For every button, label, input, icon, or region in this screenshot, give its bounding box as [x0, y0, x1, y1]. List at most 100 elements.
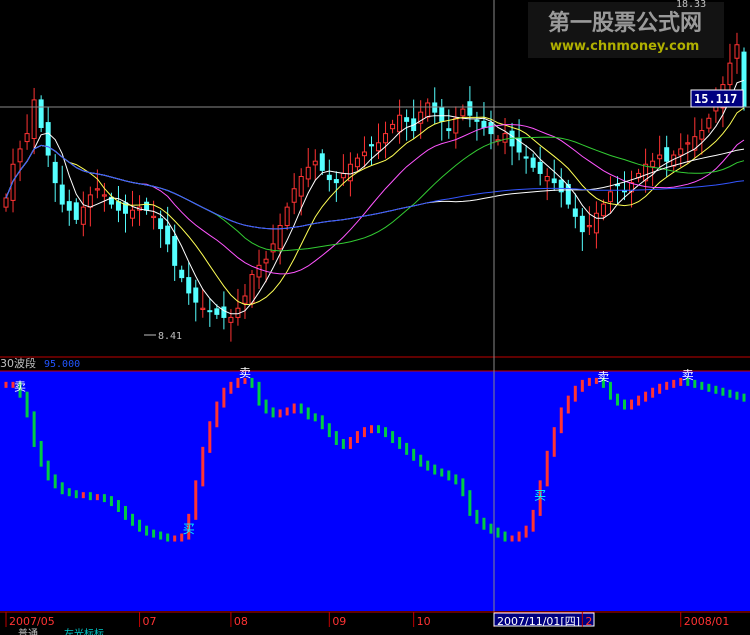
indicator-bar: [615, 393, 619, 406]
indicator-bar: [123, 505, 127, 520]
candle-body: [390, 123, 396, 130]
watermark-url: www.chnmoney.com: [550, 39, 699, 54]
candle-body: [699, 130, 705, 140]
candle: [38, 95, 44, 133]
candle-body: [685, 142, 691, 145]
indicator-bar: [475, 509, 479, 524]
candle-body: [228, 316, 234, 323]
indicator-bar: [440, 468, 444, 477]
indicator-bar: [95, 494, 99, 501]
indicator-bar: [81, 492, 85, 499]
indicator-bar: [67, 488, 71, 497]
candle-body: [404, 117, 410, 122]
indicator-bar: [447, 470, 451, 481]
indicator-bar: [208, 421, 212, 453]
candle-body: [186, 277, 192, 294]
indicator-name: 30波段: [0, 356, 36, 370]
indicator-bar: [433, 464, 437, 475]
candle-body: [221, 306, 227, 318]
indicator-bar: [623, 399, 627, 410]
status-right[interactable]: 左光标标: [64, 627, 104, 635]
sell-signal: 卖: [239, 366, 251, 380]
candle-body: [664, 147, 670, 162]
candle-body: [453, 117, 459, 134]
candle-body: [73, 202, 79, 220]
indicator-bar: [271, 407, 275, 418]
stock-chart[interactable]: 卖买卖买卖卖 第一股票公式网 www.chnmoney.com 18.33 8.…: [0, 0, 750, 635]
candle-body: [354, 157, 360, 168]
candle-body: [193, 287, 199, 303]
candle-body: [144, 201, 150, 211]
indicator-bar: [39, 440, 43, 467]
indicator-bar: [88, 492, 92, 501]
candle-body: [158, 218, 164, 230]
indicator-bar: [608, 381, 612, 400]
indicator-bar: [194, 480, 198, 520]
candle-body: [734, 44, 740, 59]
indicator-bar: [489, 523, 493, 534]
time-tick-label: 2: [585, 615, 592, 628]
indicator-bar: [348, 437, 352, 449]
candle-body: [17, 148, 23, 163]
indicator-bar: [362, 427, 366, 438]
indicator-bar: [102, 494, 106, 503]
status-left[interactable]: 普通: [18, 627, 38, 635]
indicator-bar: [587, 377, 591, 386]
indicator-bar: [531, 509, 535, 532]
indicator-bar: [559, 407, 563, 434]
time-tick-label: 08: [234, 615, 248, 628]
candle-body: [537, 161, 543, 174]
candle-body: [38, 99, 44, 128]
candle-body: [657, 154, 663, 160]
candle-body: [572, 208, 578, 217]
indicator-bar: [32, 411, 36, 447]
candle-body: [24, 133, 30, 143]
candle-body: [312, 160, 318, 166]
indicator-bar: [285, 407, 289, 416]
time-tick-label: 2007/05: [9, 615, 55, 628]
indicator-bar: [503, 531, 507, 542]
candle-body: [256, 264, 262, 278]
indicator-bar: [672, 379, 676, 388]
indicator-bar: [313, 413, 317, 422]
candle-body: [242, 295, 248, 304]
sell-signal: 卖: [682, 368, 694, 382]
indicator-bar: [377, 425, 381, 434]
indicator-bar: [152, 529, 156, 538]
indicator-bar: [426, 460, 430, 471]
candle-body: [305, 166, 311, 180]
indicator-bar: [384, 427, 388, 438]
candle-body: [165, 225, 171, 245]
time-axis-bg: [0, 612, 750, 627]
candle-body: [263, 258, 269, 264]
candle-body: [376, 142, 382, 152]
indicator-bar: [278, 409, 282, 418]
indicator-bar: [552, 427, 556, 457]
indicator-bar: [637, 395, 641, 406]
status-bar: [0, 627, 750, 635]
indicator-bar: [517, 531, 521, 542]
candle-body: [530, 157, 536, 168]
indicator-bar: [707, 383, 711, 392]
candle-body: [80, 206, 86, 225]
indicator-bar: [405, 442, 409, 455]
price-tag: 15.117: [694, 92, 737, 106]
candle-body: [586, 225, 592, 228]
indicator-bar: [454, 474, 458, 485]
candle-body: [650, 160, 656, 168]
candle-body: [52, 161, 58, 184]
indicator-bar: [651, 387, 655, 398]
indicator-bar: [53, 474, 57, 489]
candle-body: [446, 128, 452, 132]
indicator-bar: [700, 381, 704, 390]
watermark-title: 第一股票公式网: [548, 10, 702, 36]
indicator-bar: [173, 535, 177, 542]
indicator-bar: [257, 381, 261, 406]
candle-body: [214, 308, 220, 315]
indicator-bar: [468, 490, 472, 516]
indicator-bar: [292, 403, 296, 414]
candle-body: [678, 148, 684, 156]
candle-body: [727, 62, 733, 86]
indicator-bar: [327, 423, 331, 438]
indicator-bar: [60, 482, 64, 495]
